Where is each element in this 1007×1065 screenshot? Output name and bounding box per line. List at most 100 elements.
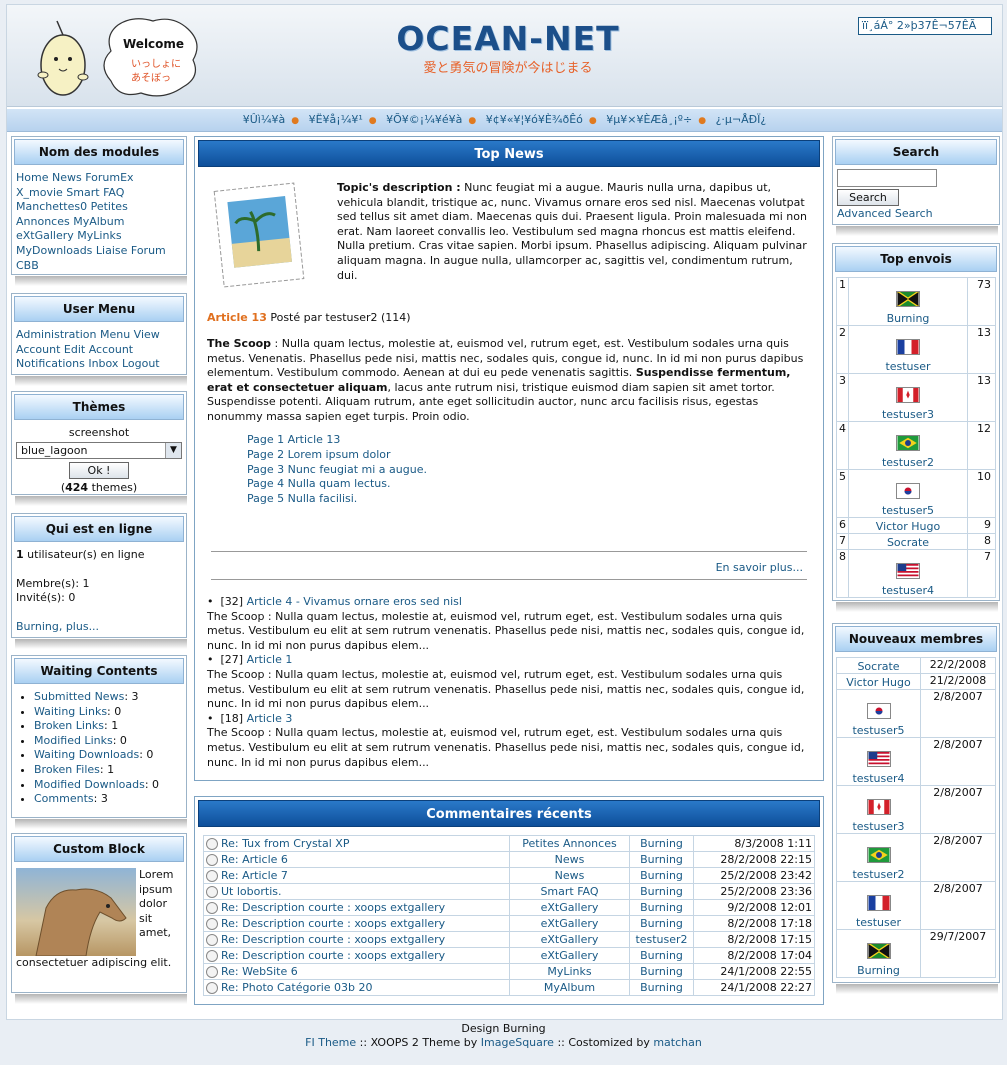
comment-user-link[interactable]: Burning bbox=[640, 901, 683, 914]
comment-title-link[interactable]: Re: Photo Catégorie 03b 20 bbox=[221, 981, 373, 994]
modules-line[interactable]: Home News ForumEx bbox=[16, 171, 182, 186]
poster-user-link[interactable]: Victor Hugo bbox=[876, 520, 940, 533]
online-more-link[interactable]: Burning, plus... bbox=[16, 620, 182, 635]
comment-title-link[interactable]: Re: Description courte : xoops extgaller… bbox=[221, 901, 445, 914]
site-logo[interactable]: OCEAN-NET 愛と勇気の冒険が今はじまる bbox=[373, 19, 643, 89]
chevron-down-icon[interactable]: ▼ bbox=[165, 443, 181, 458]
member-user-link[interactable]: Burning bbox=[857, 964, 900, 977]
comment-module-link[interactable]: eXtGallery bbox=[541, 917, 599, 930]
modules-line[interactable]: Manchettes0 Petites bbox=[16, 200, 182, 215]
comment-title-link[interactable]: Re: Article 6 bbox=[221, 853, 288, 866]
comment-module-link[interactable]: Smart FAQ bbox=[540, 885, 598, 898]
member-user-link[interactable]: Victor Hugo bbox=[846, 676, 910, 689]
poster-cell: Victor Hugo bbox=[848, 517, 968, 534]
waiting-link[interactable]: Comments bbox=[34, 792, 94, 805]
poster-user-link[interactable]: testuser5 bbox=[882, 504, 934, 517]
user-menu-line[interactable]: Administration Menu View bbox=[16, 328, 182, 343]
comment-module-link[interactable]: Petites Annonces bbox=[522, 837, 616, 850]
comment-title-link[interactable]: Re: WebSite 6 bbox=[221, 965, 298, 978]
comment-module-link[interactable]: News bbox=[555, 853, 585, 866]
other-article-link[interactable]: Article 1 bbox=[247, 653, 293, 666]
logo-title: OCEAN-NET bbox=[396, 19, 620, 58]
waiting-link[interactable]: Waiting Downloads bbox=[34, 748, 139, 761]
new-members-block: Nouveaux membres Socrate 22/2/2008 Victor … bbox=[832, 623, 1000, 983]
waiting-value: : 1 bbox=[104, 719, 119, 733]
fi-theme-link[interactable]: FI Theme bbox=[305, 1036, 356, 1049]
theme-ok-button[interactable]: Ok ! bbox=[69, 462, 129, 479]
user-menu-line[interactable]: Notifications Inbox Logout bbox=[16, 357, 182, 372]
nav-item-register[interactable]: ¿·µ¬ÅÐÏ¿ bbox=[716, 113, 767, 126]
comment-date: 28/2/2008 22:15 bbox=[693, 851, 815, 868]
waiting-link[interactable]: Broken Links bbox=[34, 719, 104, 732]
poster-user-link[interactable]: testuser2 bbox=[882, 456, 934, 469]
comment-title-link[interactable]: Ut lobortis. bbox=[221, 885, 281, 898]
matchan-link[interactable]: matchan bbox=[653, 1036, 702, 1049]
member-user-link[interactable]: testuser4 bbox=[852, 772, 904, 785]
waiting-link[interactable]: Modified Links bbox=[34, 734, 113, 747]
imagesquare-link[interactable]: ImageSquare bbox=[481, 1036, 554, 1049]
comment-module-link[interactable]: eXtGallery bbox=[541, 949, 599, 962]
comment-user-link[interactable]: Burning bbox=[640, 949, 683, 962]
search-button[interactable]: Search bbox=[837, 189, 899, 206]
member-cell: testuser4 bbox=[836, 737, 921, 786]
theme-select[interactable]: blue_lagoon ▼ bbox=[16, 442, 182, 459]
nav-item-home[interactable]: ¥Ûì¼¥à bbox=[243, 113, 286, 126]
waiting-link[interactable]: Waiting Links bbox=[34, 705, 107, 718]
page-link[interactable]: Page 5 Nulla facilisi. bbox=[247, 492, 427, 507]
article-link[interactable]: Article 13 bbox=[207, 311, 267, 324]
waiting-link[interactable]: Broken Files bbox=[34, 763, 100, 776]
comment-user-link[interactable]: testuser2 bbox=[635, 933, 687, 946]
comment-user-link[interactable]: Burning bbox=[640, 853, 683, 866]
poster-user-link[interactable]: Socrate bbox=[887, 536, 929, 549]
page-link[interactable]: Page 3 Nunc feugiat mi a augue. bbox=[247, 463, 427, 478]
comment-module-link[interactable]: eXtGallery bbox=[541, 933, 599, 946]
member-user-link[interactable]: testuser5 bbox=[852, 724, 904, 737]
page-link[interactable]: Page 2 Lorem ipsum dolor bbox=[247, 448, 427, 463]
comment-title-link[interactable]: Re: Description courte : xoops extgaller… bbox=[221, 917, 445, 930]
comment-user-link[interactable]: Burning bbox=[640, 917, 683, 930]
comment-module-link[interactable]: eXtGallery bbox=[541, 901, 599, 914]
search-input[interactable] bbox=[837, 169, 937, 187]
waiting-link[interactable]: Submitted News bbox=[34, 690, 124, 703]
poster-user-link[interactable]: Burning bbox=[887, 312, 930, 325]
modules-line[interactable]: CBB bbox=[16, 259, 182, 274]
waiting-link[interactable]: Modified Downloads bbox=[34, 778, 145, 791]
nav-item-search[interactable]: ¥µ¥×¥ÈÆâ¸¡º÷ bbox=[606, 113, 692, 126]
nav-item-account[interactable]: ¥¢¥«¥¦¥ó¥È¾ðÊó bbox=[486, 113, 583, 126]
modules-line[interactable]: MyDownloads Liaise Forum bbox=[16, 244, 182, 259]
advanced-search-link[interactable]: Advanced Search bbox=[837, 207, 995, 222]
member-user-link[interactable]: testuser2 bbox=[852, 868, 904, 881]
modules-line[interactable]: eXtGallery MyLinks bbox=[16, 229, 182, 244]
comment-module-link[interactable]: News bbox=[555, 869, 585, 882]
read-more-link[interactable]: En savoir plus... bbox=[716, 561, 803, 574]
member-user-link[interactable]: testuser bbox=[856, 916, 901, 929]
poster-cell: testuser bbox=[848, 325, 968, 374]
page-link[interactable]: Page 1 Article 13 bbox=[247, 433, 427, 448]
comment-icon bbox=[206, 870, 218, 882]
comment-title-link[interactable]: Re: Description courte : xoops extgaller… bbox=[221, 933, 445, 946]
nav-item-forum[interactable]: ¥Õ¥©¡¼¥é¥à bbox=[386, 113, 462, 126]
member-user-link[interactable]: testuser3 bbox=[852, 820, 904, 833]
user-menu-line[interactable]: Account Edit Account bbox=[16, 343, 182, 358]
comment-title-link[interactable]: Re: Tux from Crystal XP bbox=[221, 837, 349, 850]
poster-user-link[interactable]: testuser4 bbox=[882, 584, 934, 597]
other-article-link[interactable]: Article 4 - Vivamus ornare eros sed nisl bbox=[247, 595, 462, 608]
comment-title-link[interactable]: Re: Article 7 bbox=[221, 869, 288, 882]
comment-module-link[interactable]: MyLinks bbox=[547, 965, 591, 978]
nav-item-news[interactable]: ¥Ë¥å¡¼¥¹ bbox=[309, 113, 363, 126]
comment-user-link[interactable]: Burning bbox=[640, 965, 683, 978]
other-article-link[interactable]: Article 3 bbox=[247, 712, 293, 725]
comment-user-link[interactable]: Burning bbox=[640, 869, 683, 882]
comment-user-link[interactable]: Burning bbox=[640, 885, 683, 898]
poster-user-link[interactable]: testuser3 bbox=[882, 408, 934, 421]
modules-line[interactable]: Annonces MyAlbum bbox=[16, 215, 182, 230]
member-user-link[interactable]: Socrate bbox=[857, 660, 899, 673]
comment-module-link[interactable]: MyAlbum bbox=[544, 981, 595, 994]
poster-user-link[interactable]: testuser bbox=[885, 360, 930, 373]
comment-title-cell: Re: Article 6 bbox=[203, 851, 510, 868]
comment-user-link[interactable]: Burning bbox=[640, 837, 683, 850]
comment-title-link[interactable]: Re: Description courte : xoops extgaller… bbox=[221, 949, 445, 962]
comment-user-link[interactable]: Burning bbox=[640, 981, 683, 994]
modules-line[interactable]: X_movie Smart FAQ bbox=[16, 186, 182, 201]
page-link[interactable]: Page 4 Nulla quam lectus. bbox=[247, 477, 427, 492]
